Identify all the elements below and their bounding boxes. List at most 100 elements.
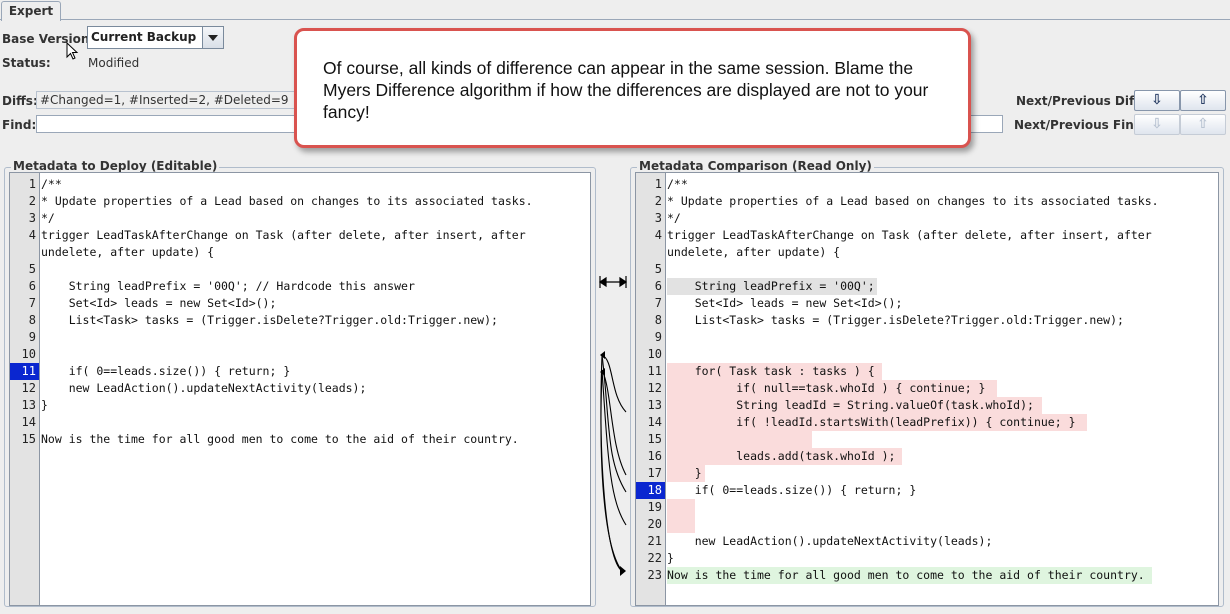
code-line[interactable]: Set<Id> leads = new Set<Id>(); [41, 295, 277, 312]
find-label: Find: [2, 118, 37, 132]
changed-line-connector-icon [598, 276, 628, 288]
previous-find-button[interactable]: ⇧ [1180, 114, 1226, 135]
line-number: 12 [647, 381, 662, 395]
line-number: 19 [647, 500, 662, 514]
code-line[interactable]: leads.add(task.whoId ); [667, 448, 895, 465]
right-panel-title: Metadata Comparison (Read Only) [637, 159, 874, 173]
line-number: 8 [28, 313, 36, 327]
line-number: 4 [28, 228, 36, 242]
code-line[interactable]: if( !leadId.startsWith(leadPrefix)) { co… [667, 414, 1075, 431]
line-number: 21 [647, 534, 662, 548]
line-number: 6 [654, 279, 662, 293]
tab-bar: Expert [0, 0, 1230, 21]
code-line[interactable]: /** [41, 176, 62, 193]
line-number: 16 [647, 449, 662, 463]
code-line[interactable]: * Update properties of a Lead based on c… [41, 193, 533, 210]
line-number: 13 [647, 398, 662, 412]
line-number: 17 [647, 466, 662, 480]
deleted-block-connector-icon [600, 354, 627, 572]
mouse-cursor-icon [66, 42, 79, 60]
code-line[interactable]: */ [667, 210, 681, 227]
right-code-editor[interactable]: 1 /** 2 * Update properties of a Lead based… [635, 172, 1219, 606]
line-number: 9 [28, 330, 36, 344]
line-number: 2 [654, 194, 662, 208]
line-number [10, 244, 39, 261]
line-number: 15 [21, 432, 36, 446]
right-panel: Metadata Comparison (Read Only) 1 /** 2 * U… [630, 159, 1224, 607]
code-line[interactable]: } [41, 397, 48, 414]
code-line[interactable]: Now is the time for all good men to come… [41, 431, 519, 448]
left-panel-title: Metadata to Deploy (Editable) [11, 159, 220, 173]
diffs-summary-text: #Changed=1, #Inserted=2, #Deleted=9 [40, 93, 289, 107]
code-line[interactable]: trigger LeadTaskAfterChange on Task (aft… [41, 227, 526, 244]
line-number: 20 [647, 517, 662, 531]
code-line[interactable]: if( 0==leads.size()) { return; } [41, 363, 291, 380]
next-find-button[interactable]: ⇩ [1134, 114, 1180, 135]
code-line[interactable]: undelete, after update) { [41, 244, 214, 261]
line-number: 11 [10, 363, 39, 380]
code-line[interactable]: /** [667, 176, 688, 193]
line-number: 9 [654, 330, 662, 344]
code-line[interactable]: * Update properties of a Lead based on c… [667, 193, 1159, 210]
line-number: 3 [28, 211, 36, 225]
line-number: 10 [647, 347, 662, 361]
code-line[interactable]: */ [41, 210, 55, 227]
line-number: 1 [654, 177, 662, 191]
line-number: 2 [28, 194, 36, 208]
code-line[interactable]: Set<Id> leads = new Set<Id>(); [667, 295, 903, 312]
line-number: 18 [636, 482, 665, 499]
code-line[interactable]: } [667, 550, 674, 567]
line-number: 22 [647, 551, 662, 565]
code-line[interactable]: new LeadAction().updateNextActivity(lead… [667, 533, 993, 550]
callout-text: Of course, all kinds of difference can a… [323, 58, 929, 122]
status-value: Modified [88, 56, 140, 70]
annotation-callout: Of course, all kinds of difference can a… [294, 28, 971, 148]
code-line[interactable]: if( 0==leads.size()) { return; } [667, 482, 917, 499]
diff-connector-arrows [598, 276, 628, 576]
code-line[interactable]: String leadId = String.valueOf(task.whoI… [667, 397, 1034, 414]
code-line[interactable]: for( Task task : tasks ) { [667, 363, 875, 380]
code-line[interactable]: List<Task> tasks = (Trigger.isDelete?Tri… [667, 312, 1124, 329]
find-input-end[interactable] [970, 115, 1003, 133]
line-number: 23 [647, 568, 662, 582]
left-code-editor[interactable]: 1 /** 2 * Update properties of a Lead based… [9, 172, 591, 606]
next-previous-diff-label: Next/Previous Diff: [1016, 94, 1144, 108]
line-number [636, 244, 665, 261]
line-number: 6 [28, 279, 36, 293]
line-number: 10 [21, 347, 36, 361]
line-number: 4 [654, 228, 662, 242]
left-panel: Metadata to Deploy (Editable) 1 /** 2 * Upd… [4, 159, 596, 607]
tab-expert[interactable]: Expert [1, 1, 61, 21]
line-number: 7 [654, 296, 662, 310]
code-line[interactable]: if( null==task.whoId ) { continue; } [667, 380, 985, 397]
line-number: 12 [21, 381, 36, 395]
line-number: 14 [647, 415, 662, 429]
code-line[interactable]: String leadPrefix = '00Q'; [667, 278, 875, 295]
line-number: 11 [647, 364, 662, 378]
base-version-select[interactable]: Current Backup [87, 26, 224, 49]
diffs-label: Diffs: [2, 94, 38, 108]
line-number: 3 [654, 211, 662, 225]
next-previous-find-label: Next/Previous Find: [1014, 118, 1148, 132]
code-line[interactable]: trigger LeadTaskAfterChange on Task (aft… [667, 227, 1152, 244]
line-number: 14 [21, 415, 36, 429]
code-line[interactable]: Now is the time for all good men to come… [667, 567, 1145, 584]
chevron-down-icon[interactable] [202, 27, 223, 48]
code-line[interactable]: } [667, 465, 702, 482]
line-number: 1 [28, 177, 36, 191]
base-version-label: Base Version: [2, 32, 95, 46]
line-number: 15 [647, 432, 662, 446]
diff-highlight [667, 516, 695, 533]
code-line[interactable]: List<Task> tasks = (Trigger.isDelete?Tri… [41, 312, 498, 329]
previous-diff-button[interactable]: ⇧ [1180, 90, 1226, 111]
base-version-value: Current Backup [91, 30, 197, 44]
arrowhead-icon [600, 351, 626, 576]
code-line[interactable]: String leadPrefix = '00Q'; // Hardcode t… [41, 278, 415, 295]
code-line[interactable]: undelete, after update) { [667, 244, 840, 261]
line-number: 7 [28, 296, 36, 310]
status-label: Status: [2, 56, 51, 70]
next-diff-button[interactable]: ⇩ [1134, 90, 1180, 111]
line-number: 5 [28, 262, 36, 276]
find-input[interactable] [36, 115, 298, 133]
code-line[interactable]: new LeadAction().updateNextActivity(lead… [41, 380, 367, 397]
